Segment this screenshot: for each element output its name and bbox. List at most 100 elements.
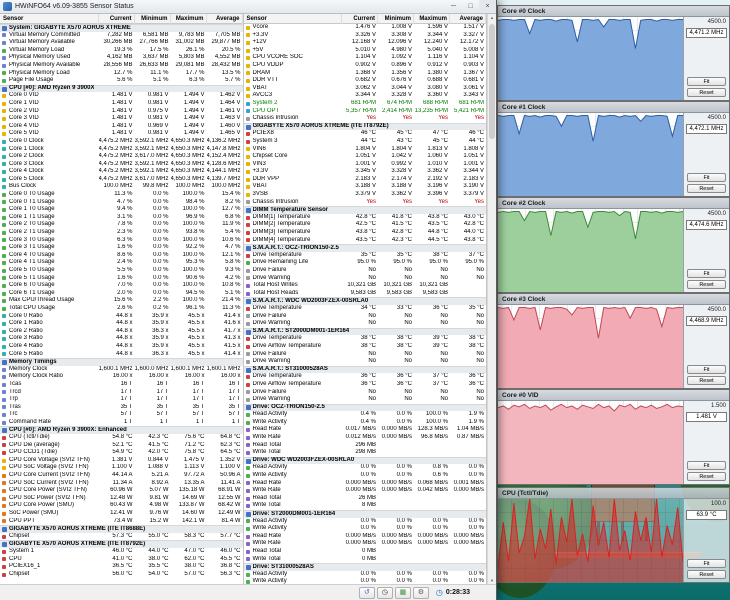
sensor-row[interactable]: Core 2 Clock4,475.2 MHz3,617.0 MHz4,650.… — [0, 153, 243, 161]
graph-plot[interactable] — [498, 209, 683, 292]
graph-fit-button[interactable]: Fit — [687, 461, 726, 470]
sensor-row[interactable]: Drive Remaining Life95.0 %95.0 %95.0 %95… — [244, 259, 487, 267]
sensor-row[interactable]: CPU Core Power (SVI2 TFN)60.96 W5.07 W13… — [0, 487, 243, 495]
graph-fit-button[interactable]: Fit — [687, 269, 726, 278]
sensor-row[interactable]: Write Rate0.012 MB/s0.000 MB/s96.8 MB/s0… — [244, 434, 487, 442]
sensor-row[interactable]: Chassis IntrusionYesYesYesYes — [244, 115, 487, 123]
sensor-row[interactable]: Core 5 Ratio44.8 x36.3 x45.5 x41.4 x — [0, 351, 243, 359]
sensor-row[interactable]: Drive WarningNoNoNoNo — [244, 275, 487, 283]
sensor-row[interactable]: Read Activity0.0 %0.0 %0.8 %0.0 % — [244, 464, 487, 472]
sensor-row[interactable]: PCIEX846 °C45 °C47 °C46 °C — [244, 130, 487, 138]
sensor-row[interactable]: Core 0 Ratio44.8 x35.9 x45.5 x41.4 x — [0, 313, 243, 321]
graph-titlebar[interactable]: CPU (Tctl/Tdie) — [498, 488, 729, 499]
section-header-row[interactable]: Drive: ST2000DM001-1ER164 — [244, 510, 487, 518]
window-titlebar[interactable]: HWiNFO64 v6.09-3855 Sensor Status ─ □ × — [0, 0, 496, 14]
sensor-row[interactable]: Core 5 Clock4,475.2 MHz3,617.0 MHz4,650.… — [0, 176, 243, 184]
section-header-row[interactable]: Drive: WDC WD2003FZEX-00SRLA0 — [244, 457, 487, 465]
graph-plot[interactable] — [498, 113, 683, 196]
sensor-row[interactable]: +12V12.168 V12.096 V12.240 V12.172 V — [244, 39, 487, 47]
sensor-row[interactable]: Virtual Memory Available30,266 MB27,766 … — [0, 39, 243, 47]
sensor-row[interactable]: Core 2 T1 Usage2.3 %0.0 %93.8 %5.4 % — [0, 229, 243, 237]
sensor-row[interactable]: Memory Clock Ratio16.00 x16.00 x16.00 x1… — [0, 373, 243, 381]
sensor-row[interactable]: DDR VPP2.183 V2.174 V2.192 V2.183 V — [244, 176, 487, 184]
sensor-row[interactable]: +3.3V3.345 V3.328 V3.362 V3.344 V — [244, 168, 487, 176]
sensor-row[interactable]: Core 2 Ratio44.8 x36.3 x45.5 x41.7 x — [0, 328, 243, 336]
sensor-row[interactable]: Core 0 T1 Usage4.7 %0.0 %98.4 %8.2 % — [0, 199, 243, 207]
sensor-row[interactable]: Read Activity0.0 %0.0 %0.0 %0.0 % — [244, 571, 487, 579]
clock-button[interactable]: ◷ — [377, 587, 393, 599]
section-header-row[interactable]: S.M.A.R.T.: OCZ-TRION150-2.5 — [244, 244, 487, 252]
sensor-row[interactable]: Drive Temperature36 °C36 °C37 °C36 °C — [244, 373, 487, 381]
sensor-row[interactable]: AVCC33.344 V3.328 V3.360 V3.343 V — [244, 92, 487, 100]
sensor-row[interactable]: CPU Core Current (SVI2 TFN)44.14 A5.21 A… — [0, 472, 243, 480]
sensor-row[interactable]: Write Activity0.0 %0.0 %0.0 %0.0 % — [244, 525, 487, 533]
graph-titlebar[interactable]: Core #2 Clock — [498, 198, 729, 209]
sensor-row[interactable]: Write Total8 MB — [244, 502, 487, 510]
sensor-row[interactable]: Read Activity0.4 %0.0 %100.0 %1.9 % — [244, 411, 487, 419]
sensor-row[interactable]: Core 1 T1 Usage3.1 %0.0 %96.9 %6.8 % — [0, 214, 243, 222]
sensor-row[interactable]: Trp17 T17 T17 T17 T — [0, 396, 243, 404]
section-header-row[interactable]: S.M.A.R.T.: ST31000528AS — [244, 366, 487, 374]
graph-titlebar[interactable]: Core #3 Clock — [498, 294, 729, 305]
sensor-row[interactable]: Drive Temperature38 °C38 °C39 °C38 °C — [244, 335, 487, 343]
sensor-row[interactable]: Core 3 T1 Usage1.6 %0.0 %92.2 %4.7 % — [0, 244, 243, 252]
sensor-row[interactable]: DIMM[4] Temperature43.5 °C42.3 °C44.5 °C… — [244, 237, 487, 245]
sensor-row[interactable]: Drive FailureNoNoNoNo — [244, 267, 487, 275]
sensor-row[interactable]: Core 1 Clock4,475.2 MHz3,592.1 MHz4,650.… — [0, 146, 243, 154]
sensor-row[interactable]: CPU OPT5,357 RPM2,414 RPM13,235 RPM5,421… — [244, 108, 487, 116]
sensor-row[interactable]: Total CPU Usage2.6 %0.2 %96.1 %11.3 % — [0, 305, 243, 313]
sensor-row[interactable]: VBAT3.188 V3.188 V3.196 V3.190 V — [244, 183, 487, 191]
sensor-row[interactable]: Core 1 Ratio44.8 x35.9 x45.5 x41.6 x — [0, 320, 243, 328]
reset-values-button[interactable]: ↺ — [359, 587, 375, 599]
scroll-down-icon[interactable]: ▼ — [488, 578, 496, 583]
sensor-row[interactable]: Core 4 Clock4,475.2 MHz3,592.1 MHz4,650.… — [0, 168, 243, 176]
section-header-row[interactable]: CPU [#0]: AMD Ryzen 9 3900X — [0, 85, 243, 93]
sensor-row[interactable]: Core 6 T0 Usage7.0 %0.0 %100.0 %10.8 % — [0, 282, 243, 290]
graph-reset-button[interactable]: Reset — [687, 570, 726, 579]
graph-titlebar[interactable]: Core #0 Clock — [498, 6, 729, 17]
scroll-up-icon[interactable]: ▲ — [488, 15, 496, 20]
sensor-row[interactable]: Physical Memory Available28,556 MB26,633… — [0, 62, 243, 70]
sensor-row[interactable]: Write Activity0.0 %0.0 %0.6 %0.0 % — [244, 472, 487, 480]
sensor-row[interactable]: DIMM[1] Temperature42.8 °C41.8 °C43.8 °C… — [244, 214, 487, 222]
sensor-row[interactable]: CPU41.0 °C38.0 °C62.0 °C45.5 °C — [0, 556, 243, 564]
graph-fit-button[interactable]: Fit — [687, 77, 726, 86]
sensor-row[interactable]: CPU VCORE SOC1.104 V1.092 V1.116 V1.104 … — [244, 54, 487, 62]
sensor-row[interactable]: CPU SoC Current (SVI2 TFN)11.34 A8.92 A1… — [0, 480, 243, 488]
close-button[interactable]: × — [479, 0, 496, 13]
graph-reset-button[interactable]: Reset — [687, 472, 726, 481]
section-header-row[interactable]: Drive: ST31000528AS — [244, 563, 487, 571]
sensor-row[interactable]: Write Activity0.4 %0.0 %100.0 %1.9 % — [244, 419, 487, 427]
graph-reset-button[interactable]: Reset — [687, 184, 726, 193]
sensor-row[interactable]: Drive WarningNoNoNoNo — [244, 320, 487, 328]
sensor-row[interactable]: Drive FailureNoNoNoNo — [244, 351, 487, 359]
sensor-row[interactable]: Core 3 T0 Usage6.3 %0.0 %100.0 %10.6 % — [0, 237, 243, 245]
sensor-row[interactable]: CPU VDDP0.902 V0.896 V0.912 V0.903 V — [244, 62, 487, 70]
sensor-row[interactable]: Total Host Writes10,321 GB10,321 GB10,32… — [244, 282, 487, 290]
sensor-row[interactable]: CPU (Tctl/Tdie)54.8 °C42.3 °C75.6 °C64.8… — [0, 434, 243, 442]
graph-fit-button[interactable]: Fit — [687, 365, 726, 374]
sensor-row[interactable]: DIMM[3] Temperature43.8 °C42.8 °C44.8 °C… — [244, 229, 487, 237]
section-header-row[interactable]: Drive: OCZ-TRION150-2.5 — [244, 404, 487, 412]
sensor-row[interactable]: CPU CCD1 (Tdie)54.9 °C42.0 °C75.8 °C64.5… — [0, 449, 243, 457]
sensor-row[interactable]: Drive Temperature35 °C35 °C38 °C37 °C — [244, 252, 487, 260]
sensor-row[interactable]: Command Rate1 T1 T1 T1 T — [0, 419, 243, 427]
sensor-row[interactable]: Drive WarningNoNoNoNo — [244, 358, 487, 366]
sensor-row[interactable]: Tcas16 T16 T16 T16 T — [0, 381, 243, 389]
sensor-row[interactable]: Drive WarningNoNoNoNo — [244, 396, 487, 404]
sensor-row[interactable]: Read Rate0.000 MB/s0.000 MB/s0.000 MB/s0… — [244, 533, 487, 541]
section-header-row[interactable]: CPU [#0]: AMD Ryzen 9 3900X: Enhanced — [0, 426, 243, 434]
sensor-row[interactable]: CPU SoC Power (SVI2 TFN)12.48 W9.81 W14.… — [0, 495, 243, 503]
graph-plot[interactable] — [498, 401, 683, 484]
sensor-row[interactable]: Physical Memory Load12.7 %11.1 %17.7 %13… — [0, 70, 243, 78]
sensor-row[interactable]: Core 4 Ratio44.8 x35.9 x45.5 x41.5 x — [0, 343, 243, 351]
sensor-row[interactable]: Drive Airflow Temperature36 °C36 °C37 °C… — [244, 381, 487, 389]
sensor-row[interactable]: CPU SoC Voltage (SVI2 TFN)1.100 V1.088 V… — [0, 464, 243, 472]
sensor-row[interactable]: Chipset57.3 °C55.0 °C58.3 °C57.7 °C — [0, 533, 243, 541]
sensor-row[interactable]: Read Total296 MB — [244, 442, 487, 450]
sensor-row[interactable]: Write Total0 MB — [244, 556, 487, 564]
section-header-row[interactable]: S.M.A.R.T.: WDC WD2003FZEX-00SRLA0 — [244, 297, 487, 305]
sensor-row[interactable]: Chassis IntrusionYesYesYesYes — [244, 199, 487, 207]
sensor-row[interactable]: CPU Core Voltage (SVI2 TFN)1.381 V0.844 … — [0, 457, 243, 465]
sensor-row[interactable]: Page File Usage5.6 %5.1 %6.3 %5.7 % — [0, 77, 243, 85]
